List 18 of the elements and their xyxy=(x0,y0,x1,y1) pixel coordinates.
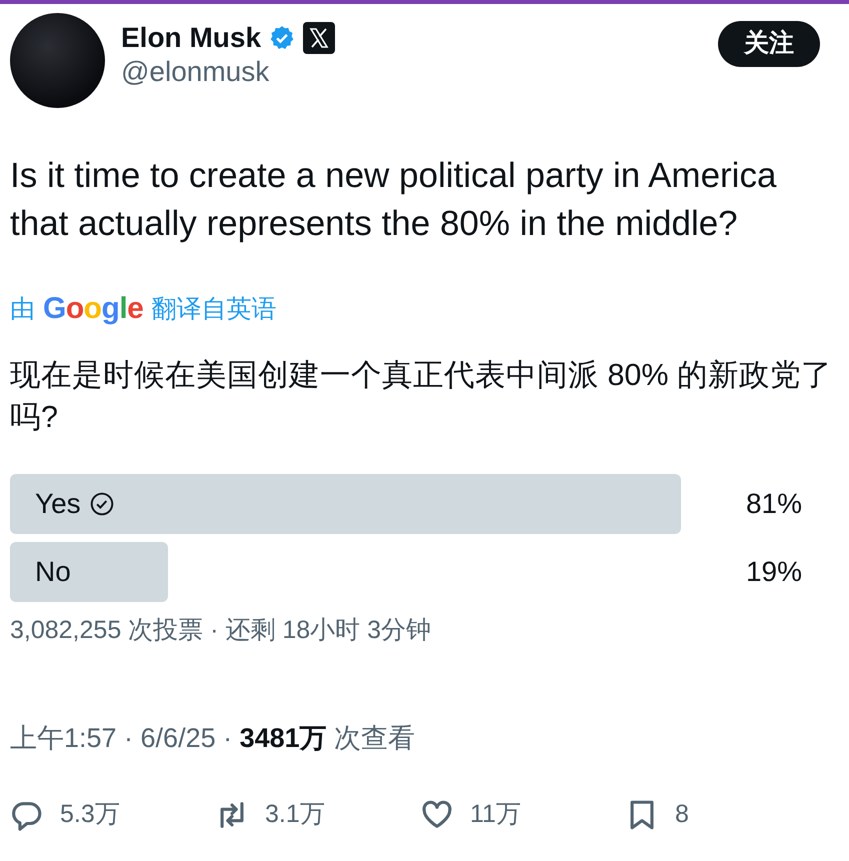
poll-option-label: No xyxy=(35,555,71,589)
translation-prefix: 由 xyxy=(10,294,35,325)
poll-percentage: 19% xyxy=(746,555,802,589)
poll-option-label: Yes xyxy=(35,487,81,521)
google-logo: Google xyxy=(43,292,144,326)
tweet-text: Is it time to create a new political party in America that actually represents the 80% in the middle? xyxy=(10,155,778,245)
poll-summary: 3,082,255 次投票 · 还剩 18小时 3分钟 xyxy=(10,615,432,646)
action-count: 3.1万 xyxy=(265,799,325,830)
action-count: 5.3万 xyxy=(60,799,120,830)
follow-button[interactable]: 关注 xyxy=(718,21,820,66)
action-count: 8 xyxy=(675,799,689,830)
action-count: 11万 xyxy=(470,799,521,830)
translated-text: 现在是时候在美国创建一个真正代表中间派 80% 的新政党了吗? xyxy=(10,357,833,436)
author-name[interactable]: Elon Musk xyxy=(121,21,262,55)
poll-percentage: 81% xyxy=(746,487,802,521)
tweet-metadata: 上午1:57 · 6/6/25 · 3481万 次查看 xyxy=(10,722,416,754)
x-logo-icon xyxy=(303,22,336,54)
author-handle[interactable]: @elonmusk xyxy=(121,55,718,89)
